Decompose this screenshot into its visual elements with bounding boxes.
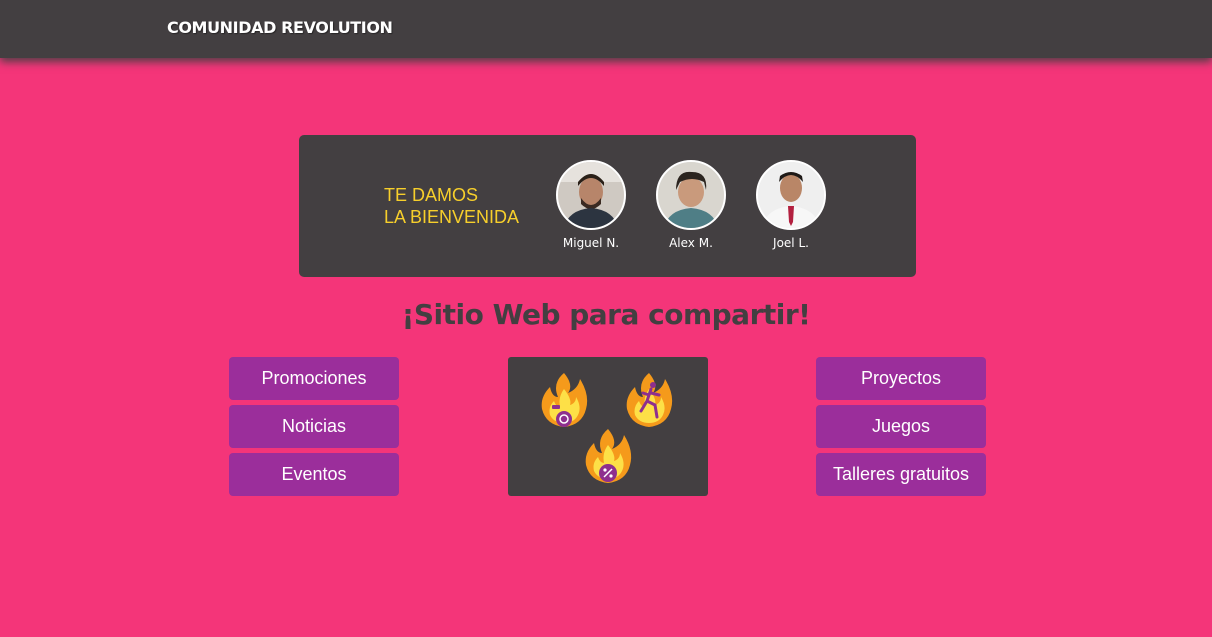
page-headline: ¡Sitio Web para compartir! [401,298,811,331]
welcome-message: TE DAMOS LA BIENVENIDA [384,184,519,228]
member-name: Joel L. [773,236,809,250]
avatar [656,160,726,230]
avatar [756,160,826,230]
noticias-button[interactable]: Noticias [229,405,399,448]
welcome-card: TE DAMOS LA BIENVENIDA Miguel N. Alex M.… [299,135,916,277]
fire-clock-icon [541,373,588,427]
eventos-button[interactable]: Eventos [229,453,399,496]
welcome-line-2: LA BIENVENIDA [384,207,520,227]
fire-percent-icon [585,429,632,483]
juegos-button[interactable]: Juegos [816,405,986,448]
fire-runner-icon [626,373,673,427]
avatar [556,160,626,230]
proyectos-button[interactable]: Proyectos [816,357,986,400]
member-joel: Joel L. [751,160,831,250]
member-miguel: Miguel N. [551,160,631,250]
member-alex: Alex M. [651,160,731,250]
member-name: Alex M. [669,236,713,250]
emoji-panel [508,357,708,496]
promociones-button[interactable]: Promociones [229,357,399,400]
top-navbar: COMUNIDAD REVOLUTION [0,0,1212,58]
talleres-gratuitos-button[interactable]: Talleres gratuitos [816,453,986,496]
welcome-line-1: TE DAMOS [384,185,479,205]
site-brand[interactable]: COMUNIDAD REVOLUTION [167,18,393,37]
member-name: Miguel N. [562,236,620,250]
